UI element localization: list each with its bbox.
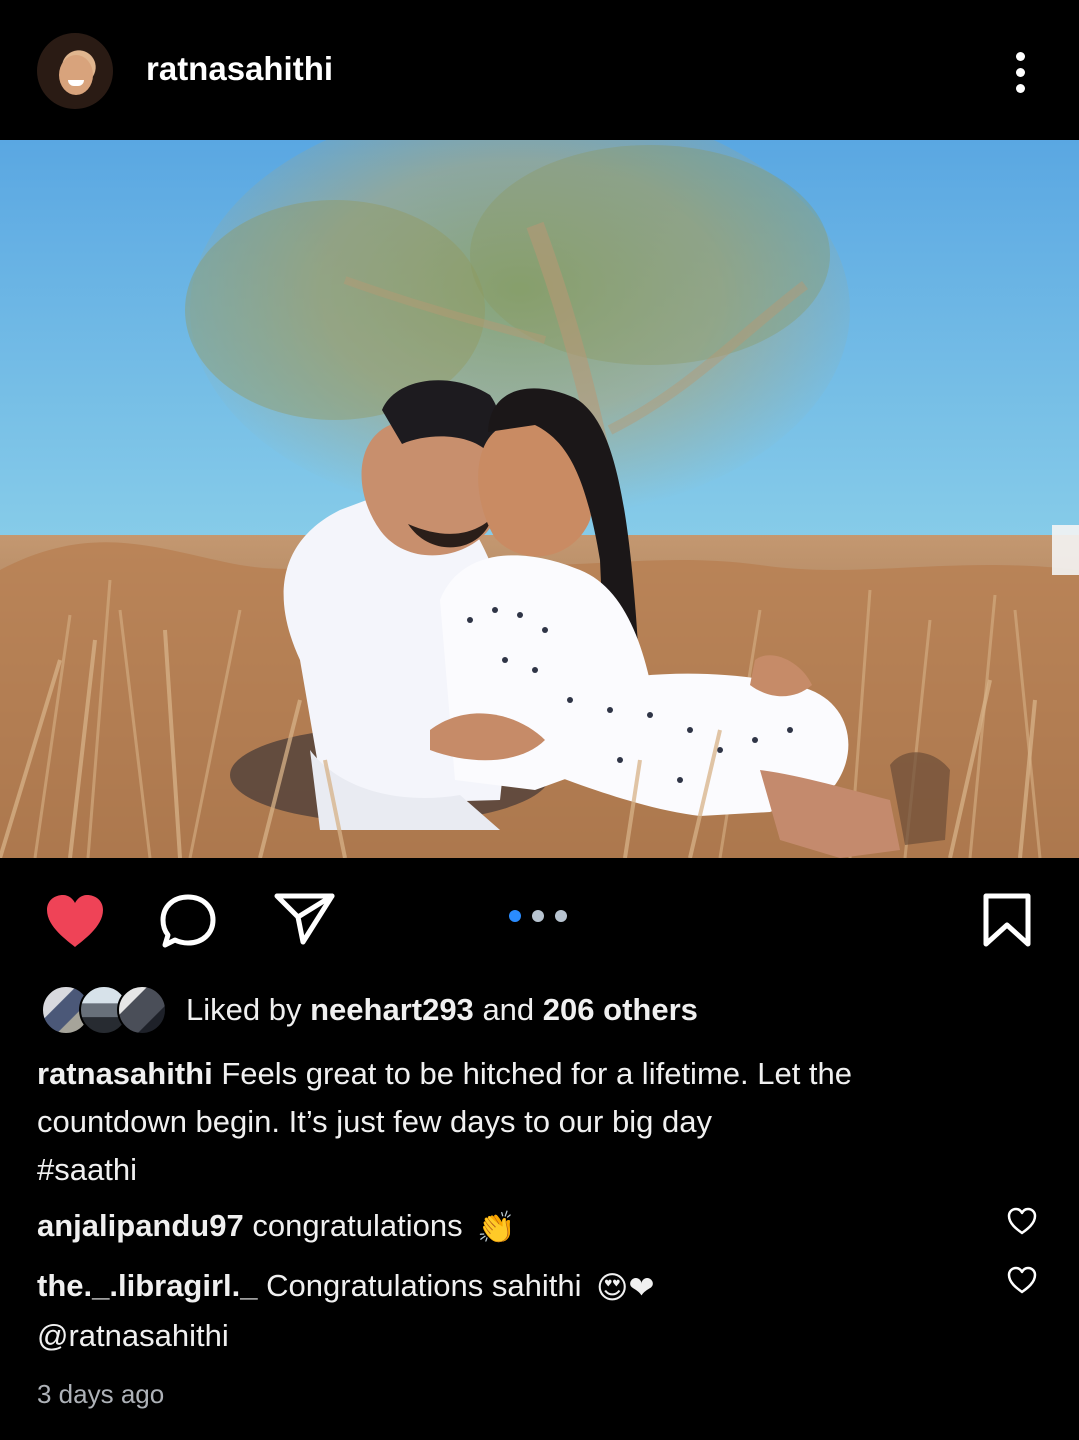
comment-item: anjalipandu97 congratulations 👏 (37, 1202, 987, 1252)
profile-avatar[interactable] (37, 33, 113, 109)
liked-by-and: and (482, 992, 535, 1027)
liked-by-others[interactable]: 206 others (543, 992, 698, 1027)
caption-text-line-1: Feels great to be hitched for a lifetime… (221, 1056, 853, 1091)
comment-like-icon[interactable] (1006, 1207, 1038, 1236)
comment-icon[interactable] (156, 889, 220, 953)
avatar-face (59, 55, 93, 95)
liked-by-prefix: Liked by (186, 992, 302, 1027)
send-icon[interactable] (272, 889, 338, 947)
more-options-icon[interactable] (1008, 52, 1036, 94)
engagement-photo (0, 140, 1079, 858)
caption-text-line-2: countdown begin. It’s just few days to o… (37, 1104, 712, 1139)
likes-text: Liked by neehart293 and 206 others (186, 991, 698, 1029)
comment-username[interactable]: anjalipandu97 (37, 1208, 244, 1243)
comment-text: congratulations (252, 1208, 463, 1243)
likes-summary[interactable]: Liked by neehart293 and 206 others (37, 983, 1037, 1035)
comment-mention[interactable]: @ratnasahithi (37, 1312, 987, 1360)
liker-avatar (117, 985, 167, 1035)
comment-username[interactable]: the._.libragirl._ (37, 1268, 258, 1303)
caption-username[interactable]: ratnasahithi (37, 1056, 213, 1091)
carousel-dot-active (509, 910, 521, 922)
caption-line-1: ratnasahithi Feels great to be hitched f… (37, 1050, 1017, 1098)
post-caption: ratnasahithi Feels great to be hitched f… (37, 1050, 1017, 1194)
post-header: ratnasahithi (0, 0, 1079, 140)
liker-avatars (41, 985, 167, 1035)
caption-hashtag[interactable]: #saathi (37, 1146, 1017, 1194)
heart-filled-icon[interactable] (43, 893, 107, 949)
comment-like-icon[interactable] (1006, 1266, 1038, 1295)
post-timestamp: 3 days ago (37, 1379, 165, 1409)
clapping-hands-emoji: 👏 (477, 1209, 516, 1245)
bookmark-icon[interactable] (978, 891, 1036, 949)
heart-eyes-heart-emoji: 😍❤ (596, 1269, 655, 1305)
post-username[interactable]: ratnasahithi (146, 49, 333, 89)
carousel-indicator (509, 908, 571, 924)
carousel-dot (555, 910, 567, 922)
liked-by-user[interactable]: neehart293 (310, 992, 474, 1027)
comment-item: the._.libragirl._ Congratulations sahith… (37, 1262, 987, 1360)
carousel-dot (532, 910, 544, 922)
post-image[interactable] (0, 140, 1079, 858)
comment-text: Congratulations sahithi (266, 1268, 582, 1303)
